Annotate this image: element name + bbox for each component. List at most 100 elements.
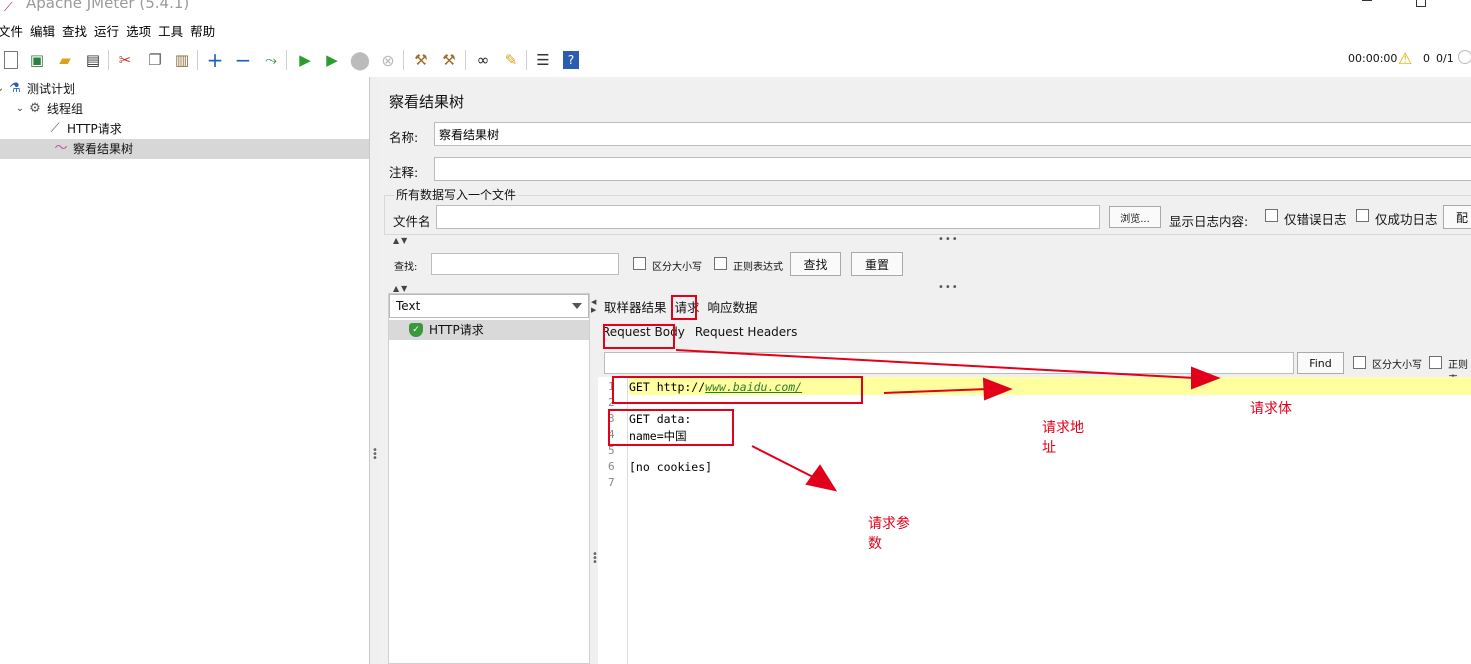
tree-node-view-results-tree[interactable]: 〜 察看结果树 (0, 139, 369, 159)
reset-button[interactable]: 重置 (851, 252, 903, 276)
result-item[interactable]: ✓ HTTP请求 (389, 320, 589, 340)
success-only-checkbox[interactable] (1356, 209, 1369, 222)
reset-search-icon[interactable]: ✎ (500, 49, 522, 71)
save-icon[interactable]: ▤ (82, 49, 104, 71)
browse-button[interactable]: 浏览... (1109, 206, 1161, 228)
configure-button[interactable]: 配 (1443, 205, 1471, 229)
case-sensitive-checkbox[interactable] (633, 257, 646, 270)
comment-label: 注释: (389, 165, 419, 180)
errors-only-checkbox[interactable] (1265, 209, 1278, 222)
jmeter-logo-icon: ⟋ (4, 0, 13, 14)
annotation-box-request-body (603, 324, 675, 349)
renderer-select[interactable]: Text (389, 294, 589, 318)
menu-options[interactable]: 选项 (126, 22, 155, 42)
window-title: Apache JMeter (5.4.1) (26, 0, 190, 12)
tree-node-test-plan[interactable]: ⌄ ⚗ 测试计划 (0, 79, 75, 99)
warning-icon[interactable]: ⚠ (1398, 49, 1412, 68)
divider-grip-icon: ••• (938, 234, 959, 245)
start-icon[interactable]: ▶ (294, 49, 316, 71)
collapse-icon[interactable]: − (232, 48, 254, 72)
annotation-request-body: 请求体 (1250, 401, 1292, 417)
regex-checkbox[interactable] (714, 257, 727, 270)
search-binoculars-icon[interactable]: ∞ (472, 49, 494, 71)
detail-find-input[interactable] (604, 352, 1294, 374)
minimize-icon[interactable] (1362, 0, 1372, 1)
templates-icon[interactable]: ▣ (26, 49, 48, 71)
filename-label: 文件名 (393, 214, 431, 229)
collapse-arrows-icon[interactable]: ▲▼ (393, 236, 409, 245)
annotation-box-params (608, 409, 734, 446)
collapse-arrows-icon[interactable]: ▲▼ (393, 284, 409, 293)
menu-tools[interactable]: 工具 (158, 22, 187, 42)
help-icon[interactable]: ? (560, 49, 582, 71)
gear-icon: ⚙ (29, 101, 41, 116)
detail-find-button[interactable]: Find (1297, 352, 1344, 374)
results-splitter[interactable]: ◀ ▶ • • • (590, 293, 598, 664)
renderer-select-value: Text (396, 299, 421, 313)
tree-node-label: 线程组 (47, 102, 84, 116)
function-helper-icon[interactable]: ☰ (532, 49, 554, 71)
menu-edit[interactable]: 编辑 (30, 22, 59, 42)
write-to-file-title: 所有数据写入一个文件 (394, 186, 519, 203)
tab-sampler-result[interactable]: 取样器结果 (604, 297, 667, 316)
warning-count: 0 (1423, 52, 1430, 65)
paste-icon[interactable]: ▥ (171, 49, 193, 71)
test-plan-tree: ⌄ ⚗ 测试计划 ⌄ ⚙ 线程组 ⟋ HTTP请求 〜 察看结果树 (0, 77, 370, 664)
open-folder-icon[interactable]: ▰ (54, 49, 76, 71)
flask-icon: ⚗ (9, 81, 21, 96)
search-button[interactable]: 查找 (790, 252, 841, 276)
detail-case-label: 区分大小写 (1372, 360, 1422, 371)
menu-search[interactable]: 查找 (62, 22, 91, 42)
new-file-icon[interactable] (0, 49, 22, 71)
results-list: Text ✓ HTTP请求 (388, 293, 590, 664)
menu-file[interactable]: 文件 (0, 22, 27, 42)
name-input[interactable] (434, 122, 1471, 146)
splitter-arrows-icon[interactable]: ◀ ▶ (591, 298, 596, 314)
regex-label: 正则表达式 (733, 262, 783, 273)
cut-icon[interactable]: ✂ (114, 49, 136, 71)
search-label: 查找: (394, 262, 418, 273)
view-results-tree-panel: 察看结果树 名称: 注释: 所有数据写入一个文件 文件名 浏览... 显示日志内… (378, 77, 1471, 664)
annotation-line: 请求参 (868, 516, 910, 532)
tab-request-headers[interactable]: Request Headers (695, 325, 798, 339)
collapse-divider[interactable]: ▲▼ ••• (388, 234, 1471, 247)
annotation-box-url (612, 376, 863, 404)
annotation-line: 请求地 (1042, 420, 1084, 436)
clear-all-icon[interactable]: ⚒ (438, 49, 460, 71)
tree-node-thread-group[interactable]: ⌄ ⚙ 线程组 (14, 99, 83, 119)
result-item-label: HTTP请求 (429, 323, 484, 337)
toggle-icon[interactable]: ⤳ (260, 49, 282, 71)
annotation-box-request-tab (671, 295, 697, 320)
chevron-down-icon[interactable]: ⌄ (14, 99, 26, 119)
filename-input[interactable] (436, 205, 1100, 229)
detail-regex-checkbox[interactable] (1429, 356, 1442, 369)
search-input[interactable] (431, 253, 619, 275)
menu-help[interactable]: 帮助 (190, 22, 219, 42)
line-number: 6 (608, 460, 615, 473)
clear-icon[interactable]: ⚒ (410, 49, 432, 71)
chevron-down-icon (572, 303, 582, 309)
stop-icon[interactable]: ⬤ (349, 49, 371, 71)
annotation-line: 址 (1042, 440, 1056, 456)
annotation-request-params: 请求参 数 (868, 514, 910, 554)
main-splitter[interactable]: • • • (370, 77, 378, 664)
tree-node-http-request[interactable]: ⟋ HTTP请求 (46, 119, 121, 139)
elapsed-timer: 00:00:00 (1348, 52, 1398, 65)
graph-icon: 〜 (54, 141, 68, 156)
success-only-label: 仅成功日志 (1375, 212, 1438, 227)
tab-response-data[interactable]: 响应数据 (708, 297, 758, 316)
comment-input[interactable] (434, 157, 1471, 181)
detail-case-checkbox[interactable] (1353, 356, 1366, 369)
log-content-label: 显示日志内容: (1169, 214, 1249, 229)
success-shield-icon: ✓ (409, 323, 423, 337)
menu-run[interactable]: 运行 (94, 22, 123, 42)
status-light-icon (1458, 50, 1471, 64)
start-no-pause-icon[interactable]: ▶ (321, 49, 343, 71)
maximize-icon[interactable] (1416, 0, 1426, 7)
code-line: [no cookies] (629, 460, 712, 474)
shutdown-icon[interactable]: ⊗ (377, 49, 399, 71)
case-sensitive-label: 区分大小写 (652, 262, 702, 273)
expand-icon[interactable]: + (204, 48, 226, 72)
line-number: 7 (608, 476, 615, 489)
copy-icon[interactable]: ❐ (144, 49, 166, 71)
